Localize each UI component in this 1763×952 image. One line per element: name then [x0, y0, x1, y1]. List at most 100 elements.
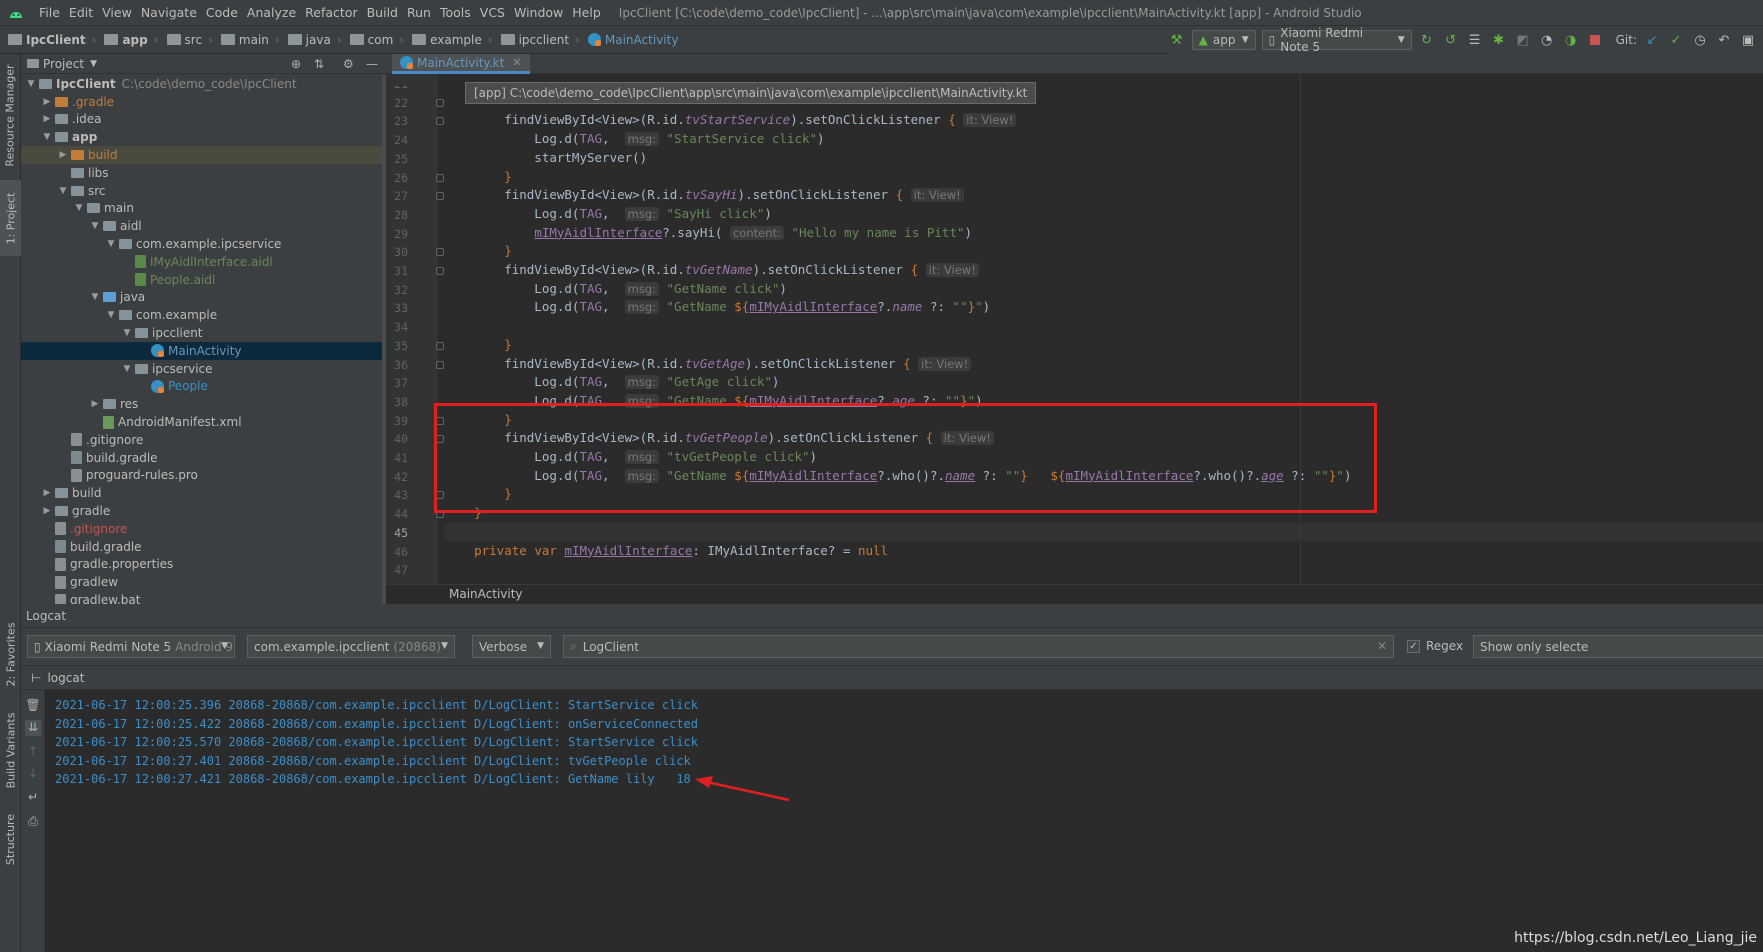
- menu-refactor[interactable]: Refactor: [300, 5, 361, 20]
- breadcrumb-example[interactable]: example ›: [404, 33, 493, 47]
- menu-edit[interactable]: Edit: [64, 5, 97, 20]
- apply-changes-icon[interactable]: ↻: [1418, 31, 1436, 49]
- tree-item[interactable]: People: [21, 378, 386, 396]
- tree-item[interactable]: gradlew: [21, 573, 386, 591]
- menu-code[interactable]: Code: [201, 5, 242, 20]
- hide-panel-icon[interactable]: —: [366, 57, 378, 71]
- tree-item[interactable]: ▼ ipcservice: [21, 360, 386, 378]
- tree-item[interactable]: ▶ .gradle: [21, 93, 386, 111]
- expanded-arrow-icon[interactable]: ▼: [121, 328, 133, 338]
- soft-wrap-icon[interactable]: ↵: [25, 790, 41, 806]
- menu-run[interactable]: Run: [402, 5, 435, 20]
- tree-item[interactable]: .gitignore: [21, 431, 386, 449]
- breadcrumb-src[interactable]: src ›: [159, 33, 213, 47]
- breadcrumb-mainactivity[interactable]: MainActivity: [580, 33, 678, 47]
- stop-icon[interactable]: [1586, 31, 1604, 49]
- collapsed-arrow-icon[interactable]: ▶: [41, 114, 53, 124]
- device-select[interactable]: ▯ Xiaomi Redmi Note 5 ▼: [1261, 26, 1412, 54]
- menu-tools[interactable]: Tools: [435, 5, 475, 20]
- expanded-arrow-icon[interactable]: ▼: [41, 132, 53, 142]
- tree-item[interactable]: ▶ .idea: [21, 111, 386, 129]
- expanded-arrow-icon[interactable]: ▼: [73, 203, 85, 213]
- menu-navigate[interactable]: Navigate: [136, 5, 201, 20]
- expanded-arrow-icon[interactable]: ▼: [25, 79, 37, 89]
- expanded-arrow-icon[interactable]: ▼: [89, 221, 101, 231]
- menu-help[interactable]: Help: [567, 5, 605, 20]
- logcat-list-icon[interactable]: ☰: [1466, 31, 1484, 49]
- run-config-select[interactable]: ▲ app ▼: [1191, 30, 1256, 50]
- arrow-up-icon[interactable]: ↑: [25, 744, 41, 760]
- run-coverage-icon[interactable]: ◑: [1562, 31, 1580, 49]
- tree-item[interactable]: gradle.properties: [21, 556, 386, 574]
- regex-checkbox[interactable]: ✓ Regex: [1407, 639, 1463, 653]
- fold-marker-icon[interactable]: [436, 192, 444, 201]
- tree-item[interactable]: ▼ app: [21, 128, 386, 146]
- locate-target-icon[interactable]: ⊕: [291, 57, 301, 71]
- device-dropdown[interactable]: ▯ Xiaomi Redmi Note 5 Android 9 ▼: [27, 635, 235, 658]
- project-tool-tab[interactable]: 1: Project: [0, 180, 21, 256]
- breadcrumb-ipcclient-pkg[interactable]: ipcclient ›: [493, 33, 580, 47]
- tree-item[interactable]: ▼ src: [21, 182, 386, 200]
- tree-item[interactable]: ▼ java: [21, 289, 386, 307]
- fold-marker-icon[interactable]: [436, 360, 444, 369]
- tree-item[interactable]: ▼ main: [21, 200, 386, 218]
- tree-item[interactable]: ▼ com.example: [21, 306, 386, 324]
- close-icon[interactable]: ✕: [512, 56, 521, 69]
- tree-item[interactable]: libs: [21, 164, 386, 182]
- git-rollback-icon[interactable]: ↶: [1715, 31, 1733, 49]
- tree-item[interactable]: ▼ ipcclient: [21, 324, 386, 342]
- fold-marker-icon[interactable]: [436, 117, 444, 126]
- tree-item[interactable]: build.gradle: [21, 538, 386, 556]
- search-everywhere-icon[interactable]: ▣: [1739, 31, 1757, 49]
- build-variants-tab[interactable]: Build Variants: [0, 704, 21, 796]
- resource-manager-tab[interactable]: Resource Manager: [0, 60, 21, 170]
- structure-tab[interactable]: Structure: [0, 804, 21, 874]
- tree-item[interactable]: ▼ IpcClient C:\code\demo_code\IpcClient: [21, 75, 386, 93]
- show-only-selected-dropdown[interactable]: Show only selecte: [1473, 635, 1763, 658]
- menu-window[interactable]: Window: [509, 5, 567, 20]
- menu-vcs[interactable]: VCS: [475, 5, 509, 20]
- collapsed-arrow-icon[interactable]: ▶: [57, 150, 69, 160]
- favorites-tab[interactable]: 2: Favorites: [0, 614, 21, 694]
- menu-build[interactable]: Build: [362, 5, 402, 20]
- breadcrumb-main[interactable]: main ›: [213, 33, 280, 47]
- log-level-dropdown[interactable]: Verbose ▼: [472, 635, 551, 658]
- tree-item[interactable]: ▼ com.example.ipcservice: [21, 235, 386, 253]
- process-dropdown[interactable]: com.example.ipcclient (20868) ▼: [247, 635, 455, 658]
- collapsed-arrow-icon[interactable]: ▶: [41, 488, 53, 498]
- expanded-arrow-icon[interactable]: ▼: [57, 186, 69, 196]
- git-history-icon[interactable]: ◷: [1691, 31, 1709, 49]
- tree-item[interactable]: ▼ aidl: [21, 217, 386, 235]
- expanded-arrow-icon[interactable]: ▼: [105, 239, 117, 249]
- hammer-icon[interactable]: ⚒: [1168, 31, 1186, 49]
- fold-marker-icon[interactable]: [436, 98, 444, 107]
- fold-marker-icon[interactable]: [436, 248, 444, 257]
- tree-item[interactable]: gradlew.bat: [21, 591, 386, 604]
- tree-item[interactable]: People.aidl: [21, 271, 386, 289]
- git-commit-icon[interactable]: ✓: [1667, 31, 1685, 49]
- breadcrumb-com[interactable]: com ›: [342, 33, 404, 47]
- menu-file[interactable]: File: [34, 5, 64, 20]
- arrow-down-icon[interactable]: ↓: [25, 766, 41, 782]
- attach-debugger-icon[interactable]: ◩: [1514, 31, 1532, 49]
- scroll-to-end-icon[interactable]: ⇊: [25, 720, 41, 736]
- breadcrumb-mainactivity-class[interactable]: MainActivity: [449, 587, 523, 601]
- expanded-arrow-icon[interactable]: ▼: [121, 364, 133, 374]
- fold-marker-icon[interactable]: [436, 267, 444, 275]
- expanded-arrow-icon[interactable]: ▼: [105, 310, 117, 320]
- debug-bug-icon[interactable]: ✱: [1490, 31, 1508, 49]
- tree-item[interactable]: ▶ res: [21, 395, 386, 413]
- tree-item[interactable]: proguard-rules.pro: [21, 467, 386, 485]
- tree-item[interactable]: build.gradle: [21, 449, 386, 467]
- tree-item[interactable]: ▶ gradle: [21, 502, 386, 520]
- collapse-all-icon[interactable]: ⇅: [314, 57, 324, 71]
- gear-icon[interactable]: ⚙: [343, 57, 354, 71]
- logcat-search-input[interactable]: ⌕ LogClient ✕: [563, 635, 1394, 658]
- breadcrumb-ipcclient[interactable]: IpcClient ›: [0, 33, 96, 47]
- print-icon[interactable]: ⎙: [25, 814, 41, 830]
- tree-item[interactable]: ▶ build: [21, 484, 386, 502]
- clear-icon[interactable]: ✕: [1377, 639, 1387, 653]
- logcat-subtab[interactable]: logcat: [47, 671, 84, 685]
- collapsed-arrow-icon[interactable]: ▶: [89, 399, 101, 409]
- tree-item[interactable]: .gitignore: [21, 520, 386, 538]
